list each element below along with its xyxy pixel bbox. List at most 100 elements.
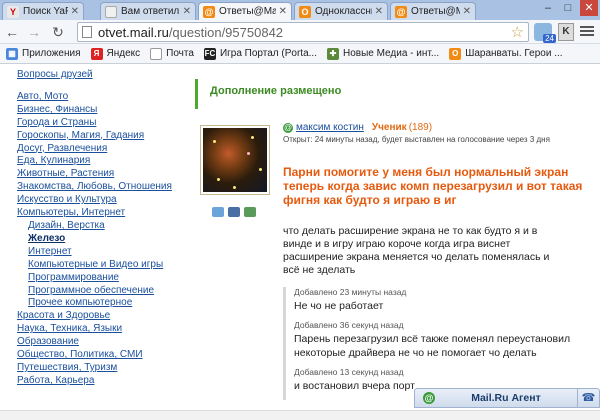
mail-answers-favicon-icon: @ [203, 5, 215, 18]
bookmark-label: Яндекс [106, 48, 141, 59]
page-icon [150, 47, 163, 60]
message-icon[interactable] [244, 207, 256, 217]
bookmark-label: Почта [166, 48, 194, 59]
bookmark-sharanvaty[interactable]: О Шаранваты. Герои ... [449, 47, 563, 60]
url-path: /question/95750842 [168, 25, 284, 40]
page-icon [82, 26, 92, 38]
question-body: что делать расширение экрана не то как б… [283, 225, 550, 276]
author-points: (189) [408, 122, 433, 133]
sidebar-item[interactable]: Бизнес, Финансы [17, 104, 187, 117]
sidebar-item[interactable]: Дизайн, Верстка [17, 220, 187, 233]
sidebar-item[interactable]: Искусство и Культура [17, 194, 187, 207]
bookmark-portal[interactable]: FC Игра Портал (Porta... [203, 47, 317, 60]
close-tab-icon[interactable]: ✕ [183, 6, 191, 17]
author-name[interactable]: максим костин [296, 122, 364, 133]
mail-agent-bar[interactable]: @ Mail.Ru Агент ☎ [414, 388, 600, 408]
sidebar-item[interactable]: Животные, Растения [17, 168, 187, 181]
add-friend-icon[interactable] [212, 207, 224, 217]
sidebar-item[interactable]: Еда, Кулинария [17, 155, 187, 168]
question-open-status: Открыт: 24 минуты назад, будет выставлен… [283, 135, 550, 144]
sidebar-item[interactable]: Прочее компьютерное [17, 297, 187, 310]
tab-5[interactable]: @ Ответы@Mail ✕ [390, 2, 476, 20]
bookmark-star-icon[interactable]: ☆ [511, 23, 524, 41]
question-title: Парни помогите у меня был нормальный экр… [283, 165, 583, 207]
sidebar-item[interactable]: Железо [17, 233, 187, 246]
sidebar-item[interactable]: Интернет [17, 246, 187, 259]
photo-icon[interactable] [228, 207, 240, 217]
maximize-icon[interactable]: □ [560, 0, 576, 16]
sidebar-item[interactable]: Компьютерные и Видео игры [17, 259, 187, 272]
bookmark-pochta[interactable]: Почта [150, 47, 194, 60]
horizontal-scrollbar[interactable] [0, 410, 600, 420]
extension-k-icon[interactable]: K [558, 23, 574, 41]
tab-4[interactable]: О Одноклассни ✕ [294, 2, 388, 20]
apps-icon: ▦ [6, 47, 18, 60]
bookmark-label: Шаранваты. Герои ... [465, 48, 563, 59]
bookmark-novye-media[interactable]: ✚ Новые Медиа - инт... [326, 47, 440, 60]
sidebar-item[interactable]: Работа, Карьера [17, 375, 187, 388]
browser-toolbar: ← → ↻ otvet.mail.ru/question/95750842 ☆ … [0, 20, 600, 44]
sidebar-item[interactable]: Города и Страны [17, 117, 187, 130]
addition-text: Парень перезагрузил всё также поменял пе… [294, 333, 571, 359]
tab-title: Одноклассни [315, 6, 372, 17]
extension-icon[interactable]: 24 [534, 23, 556, 43]
tab-2[interactable]: Вам ответил ✕ [100, 2, 196, 20]
tab-title: Вам ответил [121, 6, 180, 17]
phone-icon[interactable]: ☎ [577, 389, 599, 407]
page-favicon-icon [105, 5, 117, 18]
mail-agent-title: Mail.Ru Агент [471, 392, 541, 404]
success-notice: Дополнение размещено [195, 79, 575, 109]
tab-title: Ответы@Mail [411, 6, 460, 17]
bookmark-label: Игра Портал (Porta... [219, 48, 317, 59]
bookmark-label: Новые Медиа - инт... [342, 48, 440, 59]
sidebar-item[interactable]: Путешествия, Туризм [17, 362, 187, 375]
sidebar-item[interactable]: Наука, Техника, Языки [17, 323, 187, 336]
bookmark-yandex[interactable]: Я Яндекс [90, 47, 141, 60]
close-tab-icon[interactable]: ✕ [279, 6, 287, 17]
avatar[interactable] [200, 125, 270, 195]
minimize-icon[interactable]: – [540, 0, 556, 16]
sidebar-item[interactable]: Авто, Мото [17, 91, 187, 104]
bookmark-label: Приложения [22, 48, 81, 59]
addition-text: Не чо не работает [294, 300, 384, 312]
sidebar-item[interactable]: Программное обеспечение [17, 285, 187, 298]
author-rank: Ученик [371, 122, 407, 133]
sidebar-item[interactable]: Знакомства, Любовь, Отношения [17, 181, 187, 194]
sidebar-friends-questions[interactable]: Вопросы друзей [17, 69, 187, 82]
sidebar-item[interactable]: Образование [17, 336, 187, 349]
extension-badge: 24 [543, 34, 556, 43]
sidebar-item[interactable]: Общество, Политика, СМИ [17, 349, 187, 362]
user-actions [212, 207, 256, 217]
yandex-icon: Я [90, 47, 103, 60]
mail-agent-status-icon: @ [283, 122, 293, 133]
tab-title: Поиск YaFind [23, 6, 68, 17]
close-tab-icon[interactable]: ✕ [375, 6, 383, 17]
addition-item: Добавлено 36 секунд назад Парень перезагр… [294, 320, 583, 360]
close-window-icon[interactable]: ✕ [580, 0, 598, 16]
mail-agent-icon: @ [423, 392, 435, 404]
menu-icon[interactable] [580, 24, 594, 38]
addition-time: Добавлено 13 секунд назад [294, 367, 404, 377]
back-arrow-icon[interactable]: ← [4, 24, 20, 40]
avatar-photo [203, 128, 267, 192]
tab-3-active[interactable]: @ Ответы@Mail ✕ [198, 2, 292, 20]
yandex-favicon-icon: Y [7, 5, 19, 18]
bookmarks-bar: ▦ Приложения Я Яндекс Почта FC Игра Портал … [0, 44, 600, 64]
category-sidebar: Вопросы друзей Авто, Мото Бизнес, Финансы… [17, 69, 187, 388]
reload-icon[interactable]: ↻ [50, 24, 66, 40]
mail-answers-favicon-icon: @ [395, 5, 407, 18]
close-tab-icon[interactable]: ✕ [71, 6, 79, 17]
bookmark-apps[interactable]: ▦ Приложения [6, 47, 81, 60]
puzzle-icon: ✚ [326, 47, 339, 60]
sidebar-item[interactable]: Гороскопы, Магия, Гадания [17, 130, 187, 143]
sidebar-item[interactable]: Компьютеры, Интернет [17, 207, 187, 220]
url-text[interactable]: otvet.mail.ru/question/95750842 [98, 25, 283, 40]
forward-arrow-icon[interactable]: → [26, 24, 42, 40]
address-bar[interactable]: otvet.mail.ru/question/95750842 ☆ [77, 22, 529, 42]
tab-1[interactable]: Y Поиск YaFind ✕ [2, 2, 84, 20]
sidebar-item[interactable]: Досуг, Развлечения [17, 143, 187, 156]
close-tab-icon[interactable]: ✕ [463, 6, 471, 17]
sidebar-item[interactable]: Программирование [17, 272, 187, 285]
addition-time: Добавлено 36 секунд назад [294, 320, 404, 330]
sidebar-item[interactable]: Красота и Здоровье [17, 310, 187, 323]
